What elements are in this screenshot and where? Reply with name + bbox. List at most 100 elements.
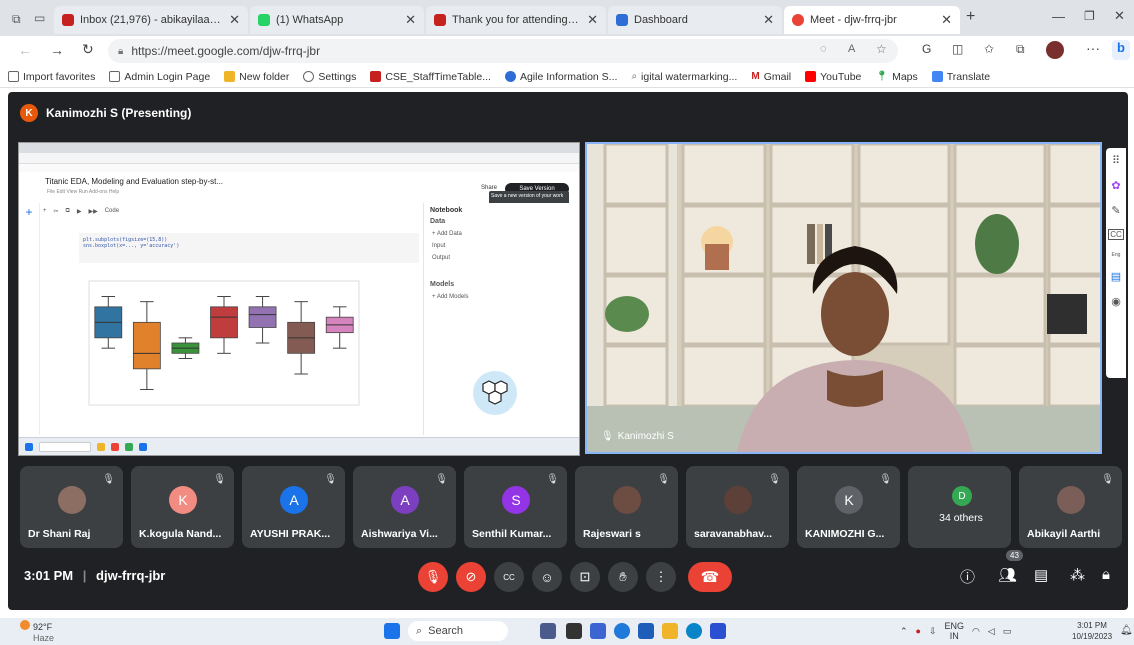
usb-icon[interactable]: ⇩ (929, 626, 937, 637)
participant-tile[interactable]: 🎙︎ A AYUSHI PRAK... (242, 466, 345, 548)
favorite-import[interactable]: Import favorites (8, 71, 95, 83)
cubes-logo-icon (473, 371, 517, 415)
favorite-new-folder[interactable]: New folder (224, 71, 289, 83)
raise-hand-button[interactable]: ✋︎ (608, 562, 638, 592)
close-icon[interactable]: ✕ (229, 12, 240, 28)
whatsapp-icon (258, 14, 270, 26)
tab-gmail[interactable]: Inbox (21,976) - abikayilaarthy@ ✕ (54, 6, 248, 34)
tab-naan-mudhalvan[interactable]: Thank you for attending Naan M ✕ (426, 6, 606, 34)
participant-tile[interactable]: 🎙︎ Abikayil Aarthi (1019, 466, 1122, 548)
present-button[interactable]: ⊡ (570, 562, 600, 592)
captions-icon[interactable]: CC (1108, 229, 1124, 240)
edge-icon[interactable] (686, 623, 702, 639)
favorites-icon[interactable]: ✩ (984, 42, 994, 56)
favorite-watermarking[interactable]: ⌕ igital watermarking... (631, 71, 737, 83)
workspaces-icon[interactable]: ⧉ (12, 12, 21, 27)
dashboard-icon (616, 14, 628, 26)
close-icon[interactable]: ✕ (941, 12, 952, 28)
tab-meet[interactable]: Meet - djw-frrq-jbr ✕ (784, 6, 960, 34)
captions-button[interactable]: CC (494, 562, 524, 592)
mic-toggle-button[interactable]: 🎙︎ (418, 562, 448, 592)
windows-start-icon[interactable] (384, 623, 400, 639)
participant-tile[interactable]: 🎙︎ K KANIMOZHI G... (797, 466, 900, 548)
close-icon[interactable]: ✕ (405, 12, 416, 28)
others-tile[interactable]: D 34 others (908, 466, 1011, 548)
favorite-maps[interactable]: 📍︎ Maps (875, 71, 917, 83)
favorite-agile[interactable]: Agile Information S... (504, 71, 617, 83)
favorite-label: Translate (946, 70, 991, 83)
url-bar[interactable]: 🔒︎ https://meet.google.com/djw-frrq-jbr (108, 39, 898, 63)
taskbar-search[interactable]: ⌕ Search (408, 621, 508, 641)
close-icon[interactable]: ✕ (763, 12, 774, 28)
participant-tile[interactable]: 🎙︎ Rajeswari s (575, 466, 678, 548)
language-indicator[interactable]: ENG IN (945, 621, 965, 641)
close-icon[interactable]: ✕ (587, 12, 598, 28)
new-tab-icon[interactable]: + (966, 8, 975, 26)
chat-icon[interactable]: ▤ (1034, 566, 1048, 584)
forward-icon[interactable]: → (50, 42, 64, 58)
window-close-icon[interactable]: ✕ (1114, 8, 1125, 24)
tray-app-icon[interactable]: ● (916, 626, 921, 636)
leave-call-button[interactable]: ☎︎ (688, 562, 732, 592)
chat-app-icon[interactable] (614, 623, 630, 639)
favorite-youtube[interactable]: YouTube (805, 71, 861, 83)
participant-tile[interactable]: 🎙︎ Dr Shani Raj (20, 466, 123, 548)
notification-icon[interactable]: 🔔︎ (1120, 625, 1133, 636)
tab-whatsapp[interactable]: (1) WhatsApp ✕ (250, 6, 424, 34)
app-icon[interactable] (638, 623, 654, 639)
effects-icon[interactable]: ✿ (1111, 179, 1120, 192)
people-icon[interactable]: 👥︎ (998, 566, 1017, 584)
task-view-icon[interactable] (566, 623, 582, 639)
apps-grid-icon[interactable]: ⠿ (1112, 154, 1120, 167)
favorite-timetable[interactable]: CSE_StaffTimeTable... (370, 71, 491, 83)
minimize-icon[interactable]: — (1052, 9, 1065, 24)
collections-icon[interactable]: ⧉ (1016, 42, 1025, 57)
participant-tile[interactable]: 🎙︎ K K.kogula Nand... (131, 466, 234, 548)
tab-dashboard[interactable]: Dashboard ✕ (608, 6, 782, 34)
participant-tile[interactable]: 🎙︎ A Aishwariya Vi... (353, 466, 456, 548)
more-options-button[interactable]: ⋮ (646, 562, 676, 592)
read-aloud-icon[interactable]: A (848, 43, 855, 55)
info-icon[interactable]: ⓘ (960, 566, 975, 587)
activities-icon[interactable]: ⁂ (1070, 566, 1085, 584)
volume-icon[interactable]: ◁ (988, 626, 995, 637)
favorite-label: igital watermarking... (641, 70, 738, 83)
back-icon[interactable]: ← (18, 42, 32, 58)
side-add-models: + Add Models (432, 294, 469, 300)
restore-icon[interactable]: ❐ (1084, 9, 1095, 23)
meeting-code: djw-frrq-jbr (96, 568, 166, 583)
camera-toggle-button[interactable]: ⊘ (456, 562, 486, 592)
notes-icon[interactable]: ▤ (1111, 270, 1121, 283)
wifi-icon[interactable]: ◠ (972, 626, 980, 637)
bing-icon[interactable]: b (1112, 40, 1130, 60)
app-icon[interactable] (710, 623, 726, 639)
profile-g-icon[interactable]: G (922, 42, 931, 56)
pen-icon[interactable]: ✎ (1111, 204, 1120, 217)
file-explorer-icon[interactable] (662, 623, 678, 639)
clock[interactable]: 3:01 PM 10/19/2023 (1072, 620, 1112, 642)
cast-icon[interactable]: ◌ (820, 43, 827, 55)
reactions-button[interactable]: ☺ (532, 562, 562, 592)
record-icon (792, 14, 804, 26)
language-icon[interactable]: Eng (1112, 252, 1121, 258)
favorite-settings[interactable]: Settings (303, 71, 356, 83)
more-icon[interactable]: ··· (1086, 40, 1100, 56)
favorite-admin-login[interactable]: Admin Login Page (109, 71, 210, 83)
widgets-icon[interactable] (540, 623, 556, 639)
battery-icon[interactable]: ▭ (1003, 626, 1012, 637)
participant-name: Aishwariya Vi... (361, 528, 438, 540)
favorite-gmail[interactable]: M Gmail (751, 71, 791, 83)
host-controls-icon[interactable]: 🔒︎ (1102, 566, 1110, 583)
profile-avatar[interactable] (1046, 41, 1064, 59)
favorite-star-icon[interactable]: ☆ (876, 42, 887, 56)
split-screen-icon[interactable]: ◫ (952, 42, 963, 56)
participant-tile[interactable]: 🎙︎ saravanabhav... (686, 466, 789, 548)
tab-actions-icon[interactable]: ▭ (34, 11, 45, 25)
app-icon[interactable] (590, 623, 606, 639)
weather-widget[interactable]: 92°F Haze (20, 620, 54, 644)
reload-icon[interactable]: ↻ (82, 41, 94, 58)
favorite-translate[interactable]: Translate (931, 70, 991, 83)
participant-tile[interactable]: 🎙︎ S Senthil Kumar... (464, 466, 567, 548)
screenshot-icon[interactable]: ◉ (1111, 295, 1121, 308)
chevron-up-icon[interactable]: ⌃ (900, 626, 908, 637)
